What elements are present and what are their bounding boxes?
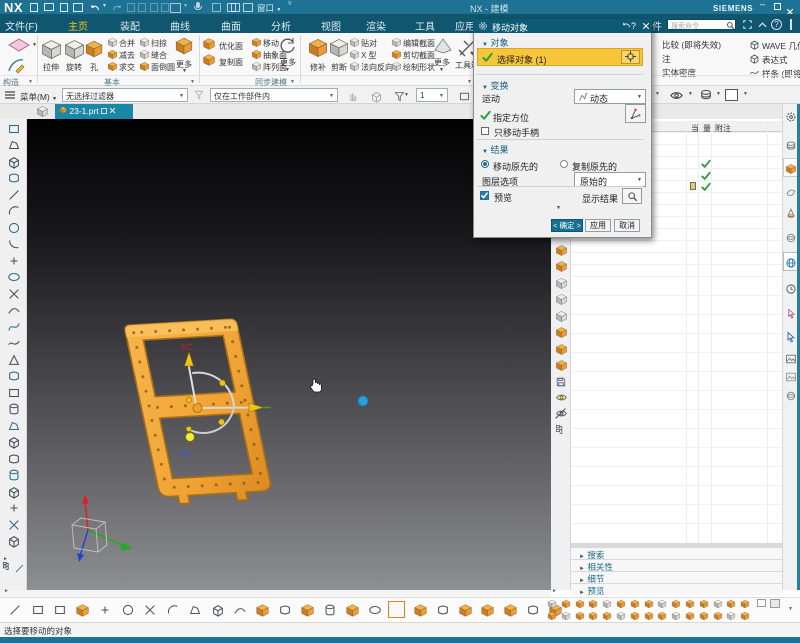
svg-text:XC: XC — [181, 343, 192, 352]
svg-text:ZC: ZC — [180, 449, 191, 458]
